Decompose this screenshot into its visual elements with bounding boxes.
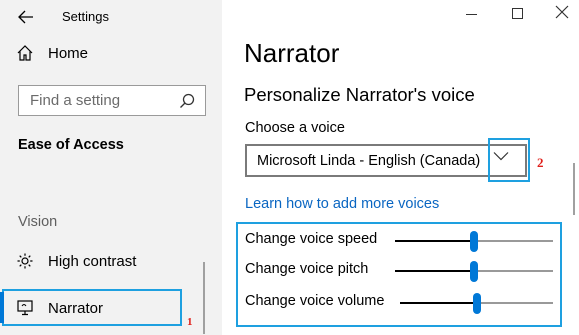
section-title: Ease of Access	[18, 137, 124, 153]
sidebar-item-narrator[interactable]: Narrator	[16, 295, 103, 321]
search-icon	[180, 93, 195, 108]
close-icon[interactable]	[555, 5, 569, 19]
sidebar: Settings Home Ease of Access Vision High…	[0, 0, 222, 335]
sidebar-item-label: Home	[48, 44, 89, 62]
page-title: Narrator	[244, 38, 340, 68]
search-field[interactable]	[18, 85, 206, 116]
sun-icon	[17, 253, 33, 269]
voice-speed-slider[interactable]	[395, 231, 553, 252]
voice-dropdown-value: Microsoft Linda - English (Canada)	[257, 152, 481, 169]
back-button[interactable]	[14, 6, 38, 28]
main-scrollbar[interactable]	[573, 163, 575, 215]
back-arrow-icon	[18, 10, 33, 24]
narrator-icon	[17, 300, 33, 316]
voice-volume-slider[interactable]	[400, 293, 553, 314]
voice-pitch-row: Change voice pitch	[245, 259, 560, 283]
minimize-icon[interactable]	[466, 14, 477, 15]
choose-voice-label: Choose a voice	[245, 120, 345, 136]
title-bar: Settings	[0, 0, 222, 36]
voice-pitch-label: Change voice pitch	[245, 261, 369, 277]
selection-indicator	[0, 292, 4, 323]
annotation-marker-1: 1	[187, 316, 193, 328]
slider-thumb[interactable]	[470, 231, 478, 252]
sidebar-item-label: Narrator	[48, 299, 104, 317]
search-input[interactable]	[30, 92, 180, 109]
sidebar-item-high-contrast[interactable]: High contrast	[16, 248, 136, 274]
sidebar-item-label: High contrast	[48, 252, 137, 270]
home-icon	[17, 45, 33, 61]
section-subheading: Personalize Narrator's voice	[244, 84, 475, 105]
annotation-marker-2: 2	[537, 155, 544, 170]
voice-volume-label: Change voice volume	[245, 293, 385, 309]
slider-thumb[interactable]	[473, 293, 481, 314]
maximize-icon[interactable]	[512, 8, 523, 19]
slider-thumb[interactable]	[470, 261, 478, 282]
sidebar-item-home[interactable]: Home	[16, 40, 88, 66]
voice-speed-row: Change voice speed	[245, 229, 560, 253]
slider-fill	[395, 270, 474, 272]
voice-pitch-slider[interactable]	[395, 261, 553, 282]
voice-speed-label: Change voice speed	[245, 231, 378, 247]
voice-dropdown[interactable]: Microsoft Linda - English (Canada)	[245, 144, 527, 177]
sidebar-scrollbar[interactable]	[203, 262, 205, 334]
slider-fill	[395, 240, 474, 242]
slider-fill	[400, 302, 477, 304]
voice-volume-row: Change voice volume	[245, 291, 560, 315]
learn-more-voices-link[interactable]: Learn how to add more voices	[245, 196, 439, 212]
window-title: Settings	[62, 9, 109, 24]
chevron-down-icon[interactable]	[493, 151, 509, 161]
group-label-vision: Vision	[18, 214, 58, 230]
